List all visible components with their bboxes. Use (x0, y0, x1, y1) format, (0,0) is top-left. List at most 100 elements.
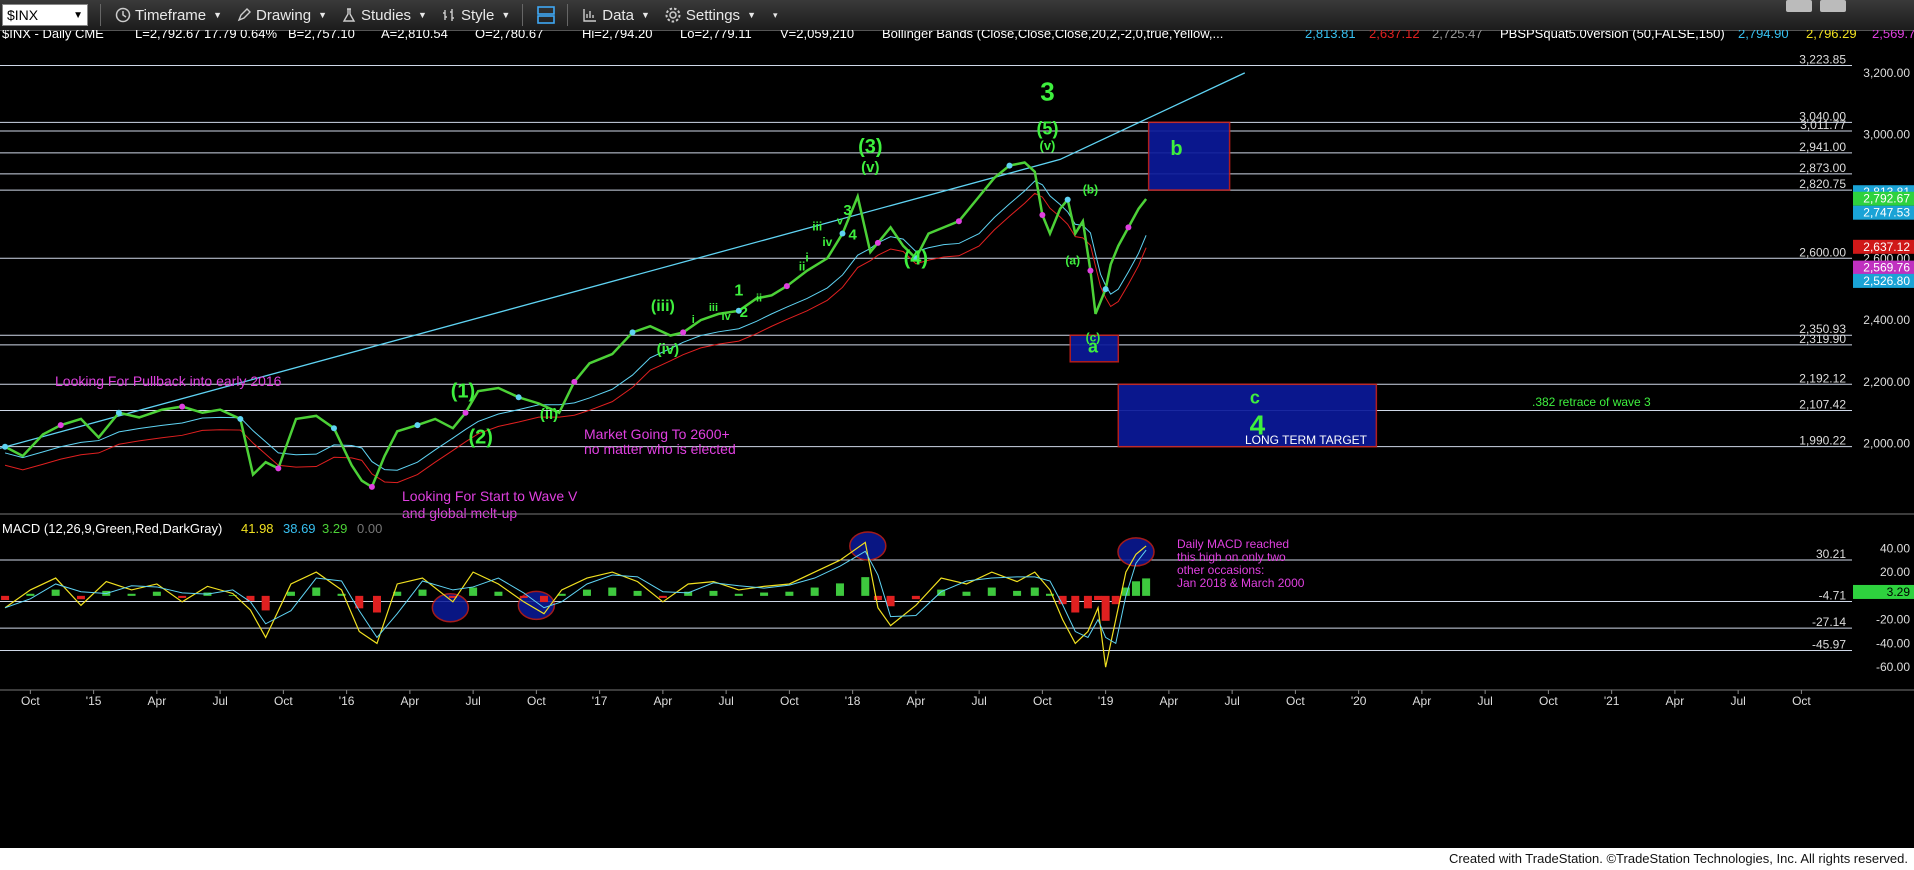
x-tick-label: Oct (1792, 694, 1811, 708)
macd-y-tick-label: -40.00 (1876, 636, 1910, 650)
overflow-menu[interactable]: ▾ (770, 10, 778, 21)
studies-menu[interactable]: Studies ▼ (341, 7, 427, 24)
macd-histogram-bar (418, 589, 427, 596)
macd-histogram-bar (835, 583, 844, 596)
price-marker (571, 378, 578, 385)
y-tick-label: 3,200.00 (1863, 66, 1910, 80)
pencil-icon (236, 7, 252, 23)
macd-histogram-bar (873, 595, 882, 601)
x-tick-label: Jul (212, 694, 227, 708)
chart-annotation: Looking For Pullback into early 2016 (55, 373, 282, 389)
timeframe-label: Timeframe (135, 6, 207, 24)
minimize-button[interactable] (1786, 0, 1812, 12)
price-marker (414, 422, 421, 429)
x-tick-label: '21 (1604, 694, 1620, 708)
grid-layer (0, 65, 1852, 651)
drawing-menu[interactable]: Drawing ▼ (236, 7, 327, 24)
price-marker (955, 218, 962, 225)
price-marker (1125, 224, 1132, 231)
wave-label: (3) (858, 136, 882, 158)
pbsp-value-2: 2,796.29 (1806, 30, 1857, 41)
macd-histogram-bar (127, 593, 136, 596)
wave-label: (ii) (540, 406, 558, 423)
x-tick-label: Apr (401, 694, 420, 708)
macd-value-tag-label: 3.29 (1887, 585, 1911, 599)
bollinger-value-lower: 2,637.12 (1369, 30, 1420, 41)
wave-label: (4) (904, 247, 928, 269)
bid-value: B=2,757.10 (288, 30, 355, 41)
pbsp-label: PBSPSquat5.0version (50,FALSE,150) (1500, 30, 1725, 41)
x-tick-label: Apr (148, 694, 167, 708)
chart-annotation: LONG TERM TARGET (1245, 433, 1368, 447)
style-menu[interactable]: Style ▼ (441, 7, 510, 24)
symbol-desc: $INX - Daily CME (2, 30, 104, 41)
macd-histogram-bar (286, 591, 295, 596)
macd-histogram-bar (76, 595, 85, 600)
wave-label: 3 (1040, 77, 1054, 107)
symbol-input[interactable]: $INX ▼ (2, 4, 88, 26)
wave-label: (c) (1086, 331, 1101, 345)
copyright-footer: Created with TradeStation. ©TradeStation… (1448, 851, 1908, 866)
wave-label: iii (812, 219, 822, 233)
data-menu[interactable]: Data ▼ (582, 7, 650, 24)
macd-histogram-bar (372, 595, 381, 613)
series-layer (0, 72, 1246, 668)
macd-level-label: -4.71 (1819, 588, 1847, 602)
price-level-label: 2,873.00 (1799, 161, 1846, 175)
style-label: Style (460, 6, 495, 24)
price-marker (330, 425, 337, 432)
macd-annotation-line: Daily MACD reached (1177, 537, 1289, 551)
wave-label: i (692, 314, 695, 326)
chart-annotation: .382 retrace of wave 3 (1532, 395, 1651, 409)
macd-histogram-bar (987, 587, 996, 596)
x-tick-label: '18 (845, 694, 861, 708)
chart-annotation: Market Going To 2600+ (584, 426, 730, 442)
price-tag-label: 2,637.12 (1863, 240, 1910, 254)
x-tick-label: Jul (1477, 694, 1492, 708)
macd-annotation-line: Jan 2018 & March 2000 (1177, 576, 1305, 590)
price-marker (1102, 286, 1109, 293)
x-tick-label: Oct (21, 694, 40, 708)
price-line (4, 161, 1148, 489)
wave-label: (iii) (651, 298, 675, 315)
price-marker (629, 329, 636, 336)
chart-area[interactable]: 3,223.853,040.003,011.772,941.002,873.00… (0, 30, 1914, 870)
price-tag-label: 2,792.67 (1863, 192, 1910, 206)
timeframe-menu[interactable]: Timeframe ▼ (115, 7, 222, 24)
x-tick-label: Oct (1539, 694, 1558, 708)
wave-label: (2) (468, 427, 492, 449)
macd-histogram-bar (734, 593, 743, 596)
wave-label: 3 (843, 202, 851, 219)
gear-icon (664, 6, 682, 24)
chevron-down-icon: ▼ (318, 10, 327, 20)
maximize-button[interactable] (1820, 0, 1846, 12)
macd-histogram-bar (760, 592, 769, 596)
price-marker (839, 230, 846, 237)
settings-menu[interactable]: Settings ▼ (664, 6, 756, 24)
x-tick-label: '17 (592, 694, 608, 708)
y-tick-label: 2,000.00 (1863, 437, 1910, 451)
wave-label: 2 (740, 304, 748, 321)
price-level-label: 2,941.00 (1799, 140, 1846, 154)
wave-label: 4 (848, 227, 857, 244)
clock-icon (115, 7, 131, 23)
chart-annotation: and global melt-up (402, 505, 517, 521)
x-tick-label: Apr (1160, 694, 1179, 708)
macd-value-3: 3.29 (322, 521, 347, 536)
macd-highlight-circle (1117, 537, 1155, 567)
macd-histogram-bar (709, 590, 718, 596)
macd-histogram-bar (519, 595, 528, 598)
x-tick-label: Oct (274, 694, 293, 708)
chevron-down-icon[interactable]: ▼ (73, 10, 83, 21)
window-layout-button[interactable] (537, 5, 556, 25)
pbsp-value-3: 2,569.76 (1872, 30, 1914, 41)
toolbar: $INX ▼ Timeframe ▼ Drawing ▼ Studies ▼ S… (0, 0, 1914, 31)
x-tick-label: Oct (780, 694, 799, 708)
wave-label: ii (799, 260, 806, 274)
price-marker (1006, 162, 1013, 169)
macd-histogram-bar (658, 595, 667, 598)
wave-label: c (1250, 387, 1260, 407)
chevron-down-icon: ▾ (772, 9, 778, 20)
macd-histogram-bar (1094, 595, 1103, 601)
price-marker (515, 394, 522, 401)
